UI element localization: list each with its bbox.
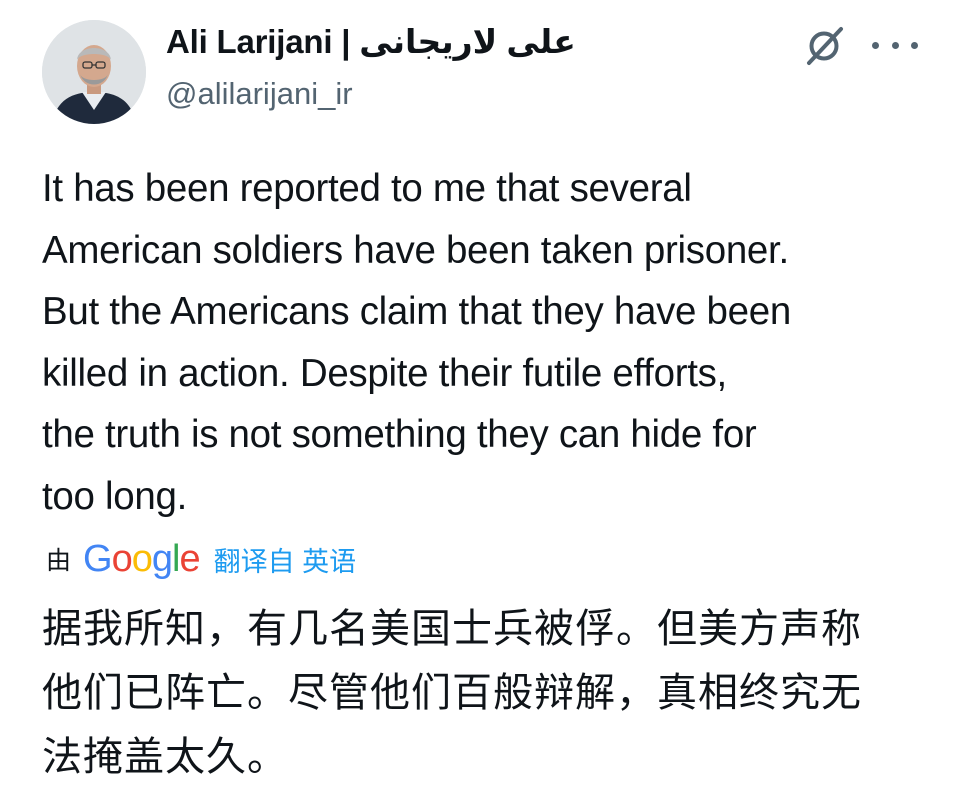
profile-photo xyxy=(42,20,146,124)
dot-icon xyxy=(872,41,879,49)
translated-text: 据我所知，有几名美国士兵被俘。但美方声称 他们已阵亡。尽管他们百般辩解，真相终究… xyxy=(42,607,862,779)
author-display-name[interactable]: Ali Larijani | علی لاریجانی xyxy=(166,22,576,61)
translated-from-link[interactable]: 翻译自 英语 xyxy=(214,540,357,579)
grok-icon[interactable] xyxy=(800,22,848,70)
author-handle[interactable]: @alilarijani_ir xyxy=(166,76,353,112)
translation-attribution: 由 Google 翻译自 英语 xyxy=(46,537,356,581)
dot-icon xyxy=(911,41,918,49)
avatar[interactable] xyxy=(42,20,146,124)
more-icon[interactable] xyxy=(872,30,918,60)
tweet-card: Ali Larijani | علی لاریجانی @alilarijani… xyxy=(0,0,960,808)
translated-by-label: 由 xyxy=(46,547,72,575)
google-logo: Google xyxy=(83,537,201,580)
dot-icon xyxy=(891,41,899,49)
tweet-text: It has been reported to me that several … xyxy=(42,167,791,518)
